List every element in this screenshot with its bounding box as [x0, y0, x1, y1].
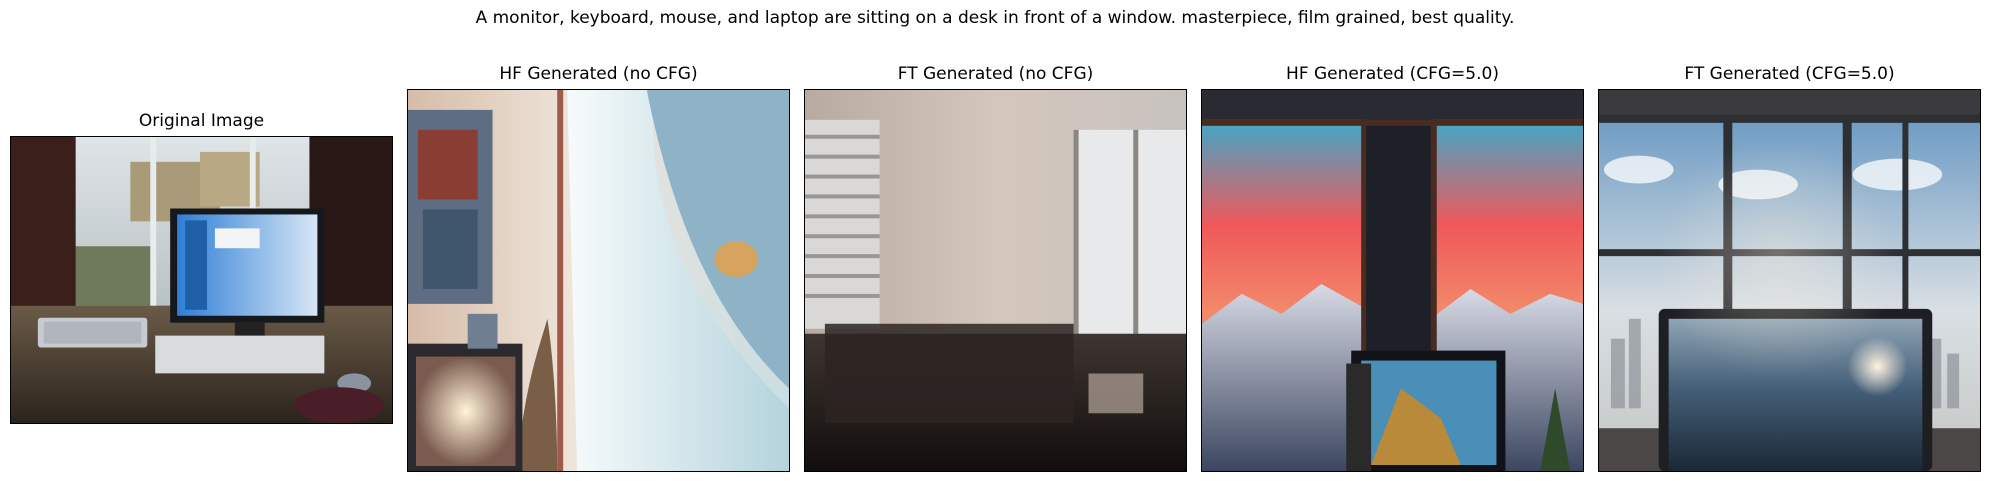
panel-title-original: Original Image — [138, 111, 265, 131]
hf-generated-no-cfg-image — [408, 90, 789, 471]
panel-original-image — [10, 136, 393, 424]
panel-ft-generated-cfg5 — [1598, 89, 1981, 472]
panel-hf-generated-no-cfg — [407, 89, 790, 472]
ft-generated-cfg5-image — [1599, 90, 1980, 471]
hf-generated-cfg5-image — [1202, 90, 1583, 471]
panel-hf-generated-cfg5 — [1201, 89, 1584, 472]
panel-title-hf-no-cfg: HF Generated (no CFG) — [499, 64, 698, 84]
original-image-photo — [11, 137, 392, 423]
ft-generated-no-cfg-image — [805, 90, 1186, 471]
panel-ft-generated-no-cfg — [804, 89, 1187, 472]
panel-title-ft-cfg5: FT Generated (CFG=5.0) — [1684, 64, 1895, 84]
panel-title-ft-no-cfg: FT Generated (no CFG) — [897, 64, 1094, 84]
figure-caption: A monitor, keyboard, mouse, and laptop a… — [475, 8, 1515, 28]
panel-title-hf-cfg5: HF Generated (CFG=5.0) — [1286, 64, 1499, 84]
